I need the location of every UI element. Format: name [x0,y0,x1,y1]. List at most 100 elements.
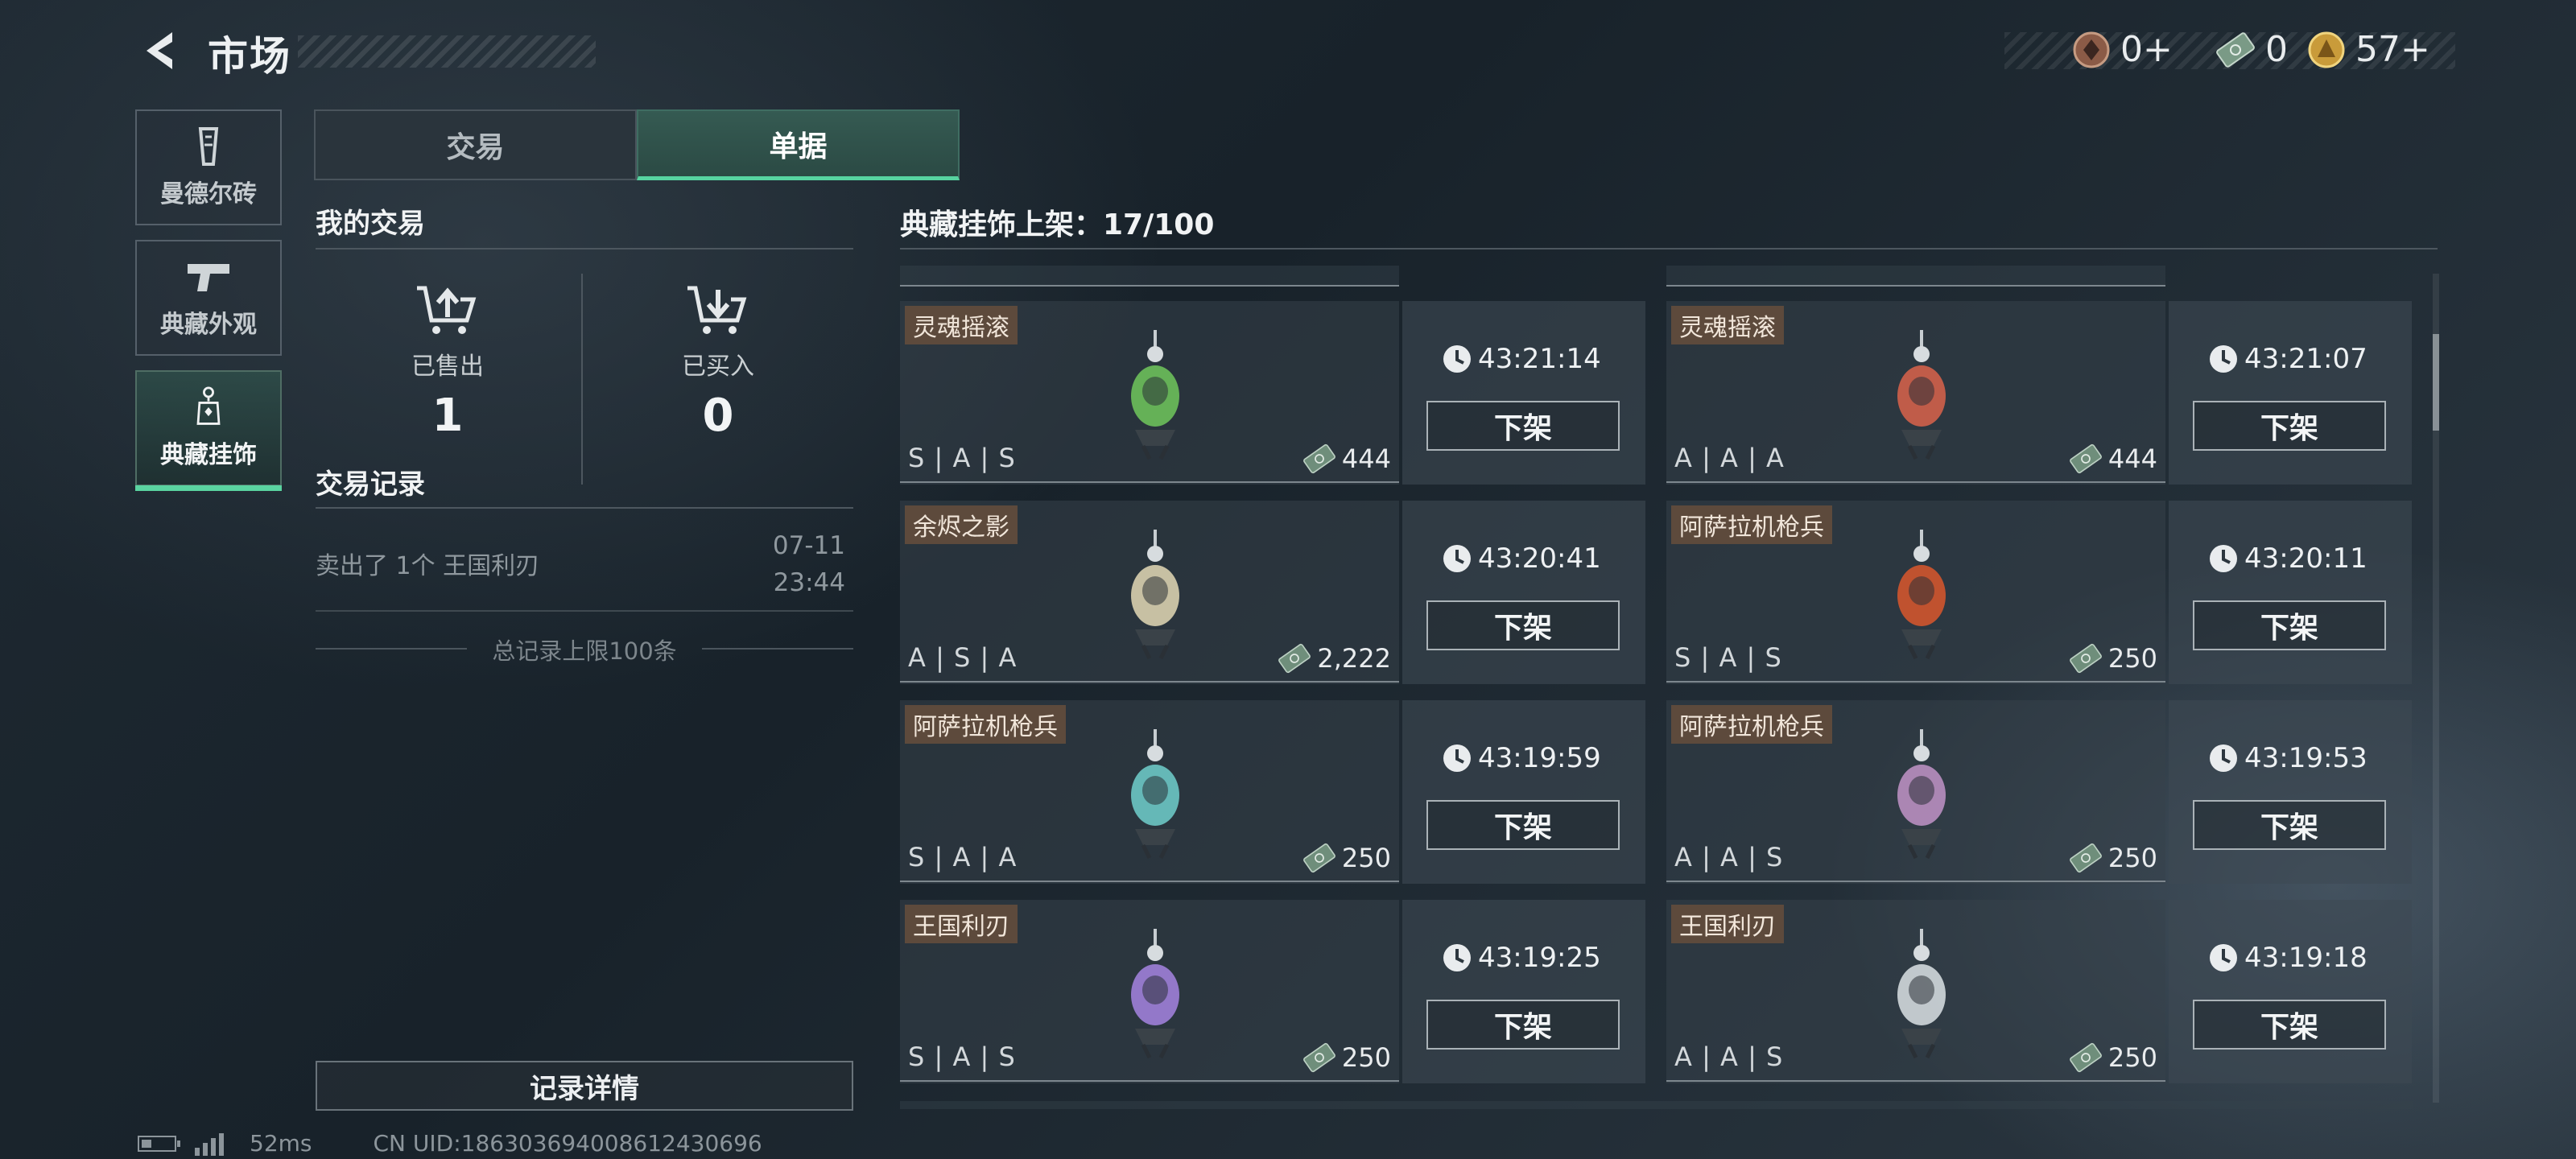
banknote-icon [1302,1042,1335,1073]
tab-bar: 交易 单据 [314,109,960,180]
status-bar: 52ms CN UID:1863036940086124306​96 [137,1130,762,1157]
uid-text: CN UID:1863036940086124306​96 [373,1130,762,1157]
clock-icon [1443,744,1471,772]
clock-icon [2210,944,2237,971]
listing-grade: A | A | S [1674,1041,1784,1072]
listing-card[interactable]: 王国利刃 A | A | S 250 43:19:18 下架 [1666,900,2412,1083]
charm-item-icon [1897,330,1946,460]
listing-price-value: 250 [2107,1042,2157,1073]
listing-timer: 43:19:53 [2207,742,2368,774]
sidebar-item-brick[interactable]: 曼德尔砖 [135,109,282,225]
clock-icon [1443,345,1471,373]
listing-price: 2,222 [1277,642,1391,674]
currency-gold: 57+ [2307,29,2430,70]
listing-name: 王国利刃 [905,905,1018,943]
delist-button[interactable]: 下架 [1426,1000,1620,1050]
tab-orders[interactable]: 单据 [637,109,960,180]
delist-button[interactable]: 下架 [1426,600,1620,650]
delist-button[interactable]: 下架 [2193,1000,2386,1050]
charm-item-icon [1131,729,1179,860]
listing-card[interactable]: 灵魂摇滚 A | A | A 444 43:21:07 下架 [1666,301,2412,485]
currency-banknote-value: 0 [2265,29,2288,70]
record-details-button[interactable]: 记录详情 [316,1061,853,1111]
listing-price: 250 [1302,842,1391,874]
banknote-icon [1302,843,1335,873]
listing-card[interactable]: 余烬之影 A | S | A 2,222 43:20:41 下架 [900,501,1645,684]
listing-action-area [2169,501,2412,684]
listing-card[interactable]: 王国利刃 S | A | S 250 43:19:25 下架 [900,900,1645,1083]
listing-underline [1666,881,2165,882]
delist-button[interactable]: 下架 [2193,800,2386,850]
banknote-icon [2069,643,2102,674]
listing-price-value: 250 [2107,643,2157,674]
banknote-icon [1302,443,1335,474]
listing-timer: 43:21:07 [2207,343,2368,375]
listing-price: 444 [1302,443,1391,475]
listing-name: 阿萨拉机枪兵 [1671,705,1832,744]
charm-item-icon [1131,330,1179,460]
listing-price-value: 444 [1341,443,1391,474]
delist-button[interactable]: 下架 [2193,600,2386,650]
delist-button[interactable]: 下架 [1426,401,1620,451]
listing-grade: S | A | S [908,443,1016,473]
listing-timer-value: 43:19:18 [2244,942,2368,974]
charm-icon [196,386,221,425]
listings-scrollbar-thumb[interactable] [2433,334,2439,431]
bought-label: 已买入 [682,353,754,381]
listing-underline [900,881,1399,882]
listing-timer-value: 43:21:14 [1478,343,1601,375]
listing-name: 灵魂摇滚 [905,306,1018,344]
listing-timer: 43:19:18 [2207,942,2368,974]
record-item-time: 23:44 [773,568,845,597]
banknote-icon [2216,31,2255,68]
listing-timer-value: 43:19:53 [2244,742,2368,774]
listing-card[interactable]: 灵魂摇滚 S | A | S 444 43:21:14 下架 [900,301,1645,485]
listing-timer-value: 43:21:07 [2244,343,2368,375]
sidebar-item-label: 典藏挂饰 [160,441,257,469]
listing-card[interactable]: 阿萨拉机枪兵 S | A | S 250 43:20:11 下架 [1666,501,2412,684]
battery-icon [138,1135,180,1152]
currency-bronze-value: 0+ [2120,29,2173,70]
listing-card[interactable]: 阿萨拉机枪兵 A | A | S 250 43:19:53 下架 [1666,700,2412,884]
back-arrow-icon[interactable] [137,27,182,74]
listing-underline [900,1080,1399,1082]
divider [316,248,853,250]
sidebar-item-charms[interactable]: 典藏挂饰 [135,370,282,491]
listing-price: 250 [2068,1041,2157,1074]
delist-button[interactable]: 下架 [1426,800,1620,850]
listing-price: 250 [1302,1041,1391,1074]
listing-action-area [1402,700,1645,884]
listing-timer: 43:21:14 [1441,343,1601,375]
listing-underline [900,681,1399,683]
listing-action-area [2169,900,2412,1083]
listing-action-area [2169,700,2412,884]
buy-cart-icon [687,286,747,334]
listing-grade: A | S | A [908,642,1018,673]
banknote-icon [2069,443,2102,474]
listing-grade: S | A | A [908,842,1018,872]
listing-grade: S | A | S [908,1041,1016,1072]
vertical-divider [581,274,583,485]
listing-action-area [1402,301,1645,485]
listing-card[interactable]: 阿萨拉机枪兵 S | A | A 250 43:19:59 下架 [900,700,1645,884]
list-item-partial [900,266,1399,287]
sidebar-item-skins[interactable]: 典藏外观 [135,240,282,356]
listing-underline [1666,481,2165,483]
charm-item-icon [1897,729,1946,860]
currency-banknote: 0 [2215,29,2288,70]
currency-gold-value: 57+ [2355,29,2430,70]
ping-value: 52ms [250,1130,312,1157]
clock-icon [1443,944,1471,971]
listing-price-value: 250 [1341,1042,1391,1073]
sidebar-item-label: 曼德尔砖 [160,180,257,208]
title-decoration [298,35,596,68]
banknote-icon [1278,643,1311,674]
listing-timer: 43:20:41 [1441,542,1601,575]
clock-icon [1443,545,1471,572]
tab-trade[interactable]: 交易 [314,109,637,180]
delist-button[interactable]: 下架 [2193,401,2386,451]
listing-price: 250 [2068,642,2157,674]
listing-underline [1666,1080,2165,1082]
listing-name: 王国利刃 [1671,905,1784,943]
listings-title: 典藏挂饰上架：17/100 [900,208,1215,241]
